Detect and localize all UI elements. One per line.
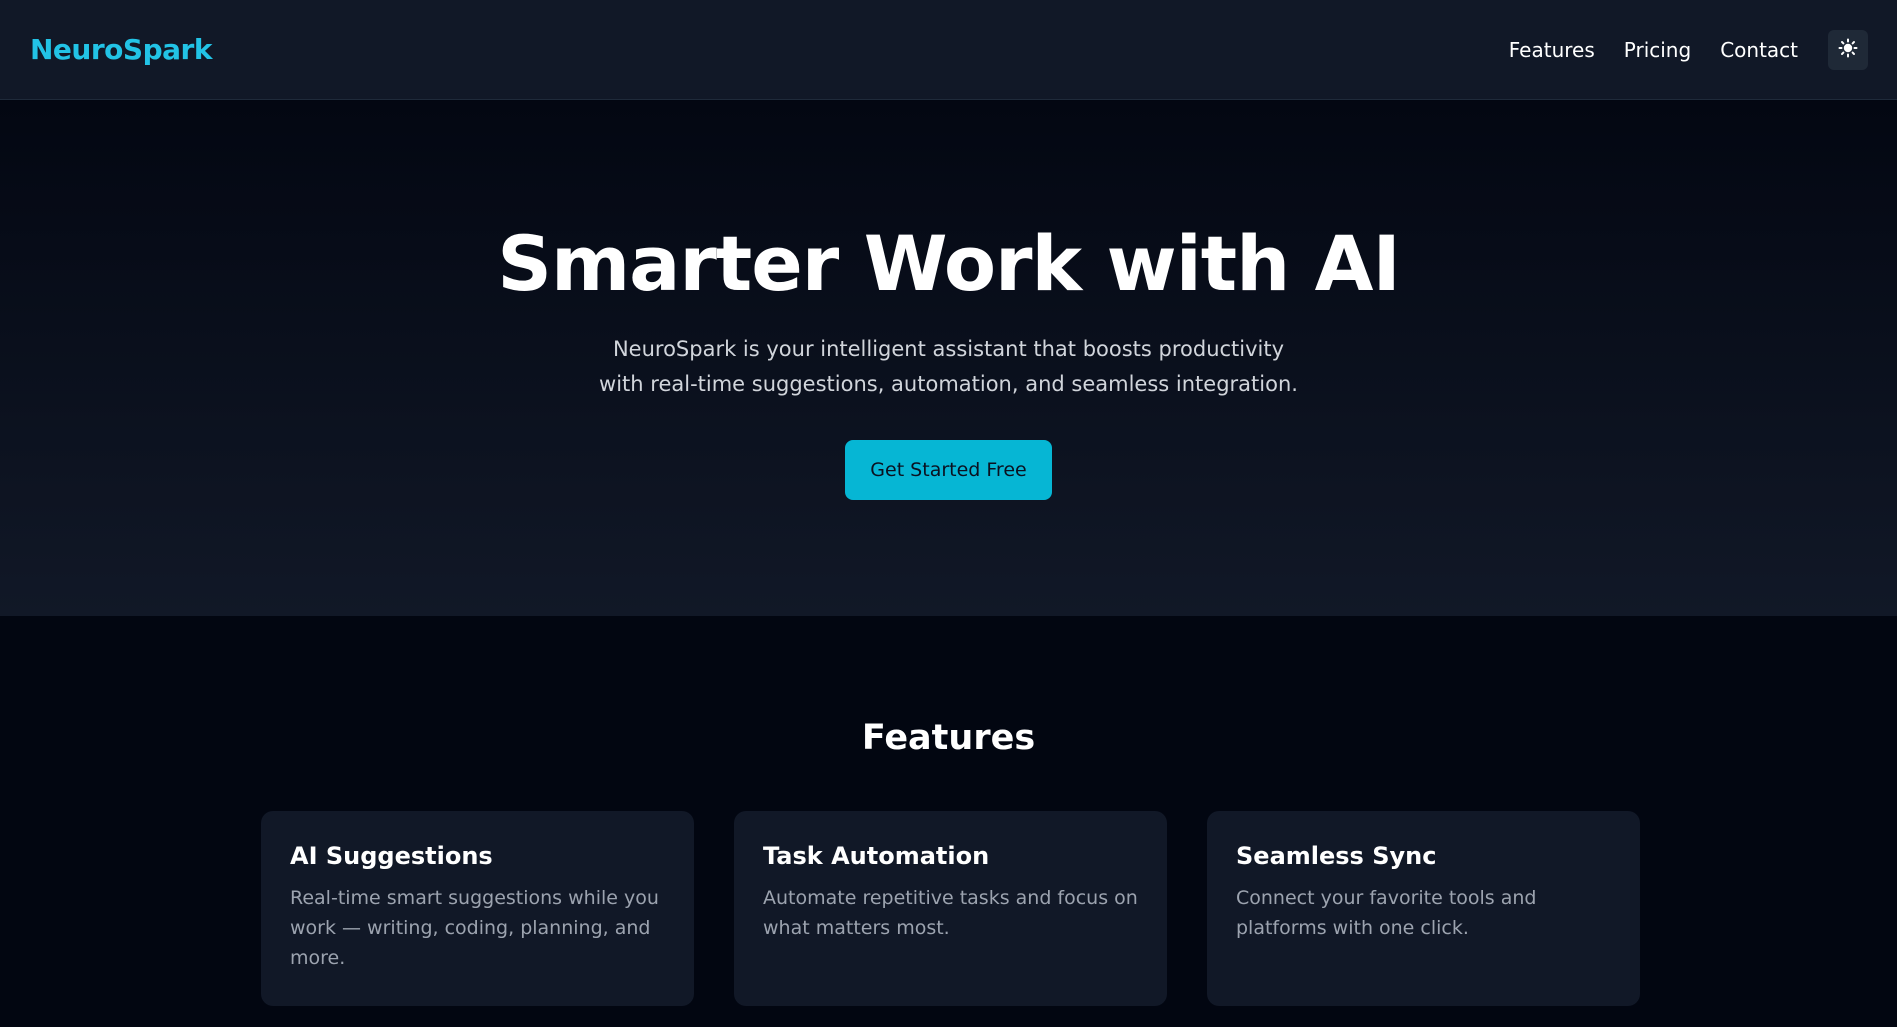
features-section: Features AI Suggestions Real-time smart … <box>0 616 1897 1027</box>
hero-subtitle: NeuroSpark is your intelligent assistant… <box>599 337 1298 396</box>
feature-card-description: Real-time smart suggestions while you wo… <box>290 887 659 969</box>
nav-link-pricing[interactable]: Pricing <box>1624 38 1691 62</box>
nav-link-contact[interactable]: Contact <box>1720 38 1798 62</box>
feature-card-title: Seamless Sync <box>1236 842 1437 870</box>
feature-card-seamless-sync: Seamless Sync Connect your favorite tool… <box>1207 811 1640 1006</box>
nav-links: Features Pricing Contact <box>1480 38 1798 62</box>
feature-card-description: Automate repetitive tasks and focus on w… <box>763 887 1138 939</box>
hero-title: Smarter Work with AI <box>497 219 1401 308</box>
get-started-button[interactable]: Get Started Free <box>845 440 1052 500</box>
feature-card-title: Task Automation <box>763 842 990 870</box>
feature-card-description: Connect your favorite tools and platform… <box>1236 887 1537 939</box>
feature-card-ai-suggestions: AI Suggestions Real-time smart suggestio… <box>261 811 694 1006</box>
brand-logo[interactable]: NeuroSpark <box>30 33 212 66</box>
features-heading: Features <box>861 718 1036 758</box>
theme-toggle-button[interactable] <box>1828 29 1868 70</box>
nav-right: Features Pricing Contact <box>1480 29 1868 70</box>
feature-card-task-automation: Task Automation Automate repetitive task… <box>734 811 1167 1006</box>
nav-link-features[interactable]: Features <box>1509 38 1595 62</box>
feature-card-title: AI Suggestions <box>290 842 493 870</box>
sun-icon <box>1838 38 1858 61</box>
hero-section: Smarter Work with AI NeuroSpark is your … <box>0 101 1897 616</box>
navbar: NeuroSpark Features Pricing Contact <box>0 0 1897 100</box>
